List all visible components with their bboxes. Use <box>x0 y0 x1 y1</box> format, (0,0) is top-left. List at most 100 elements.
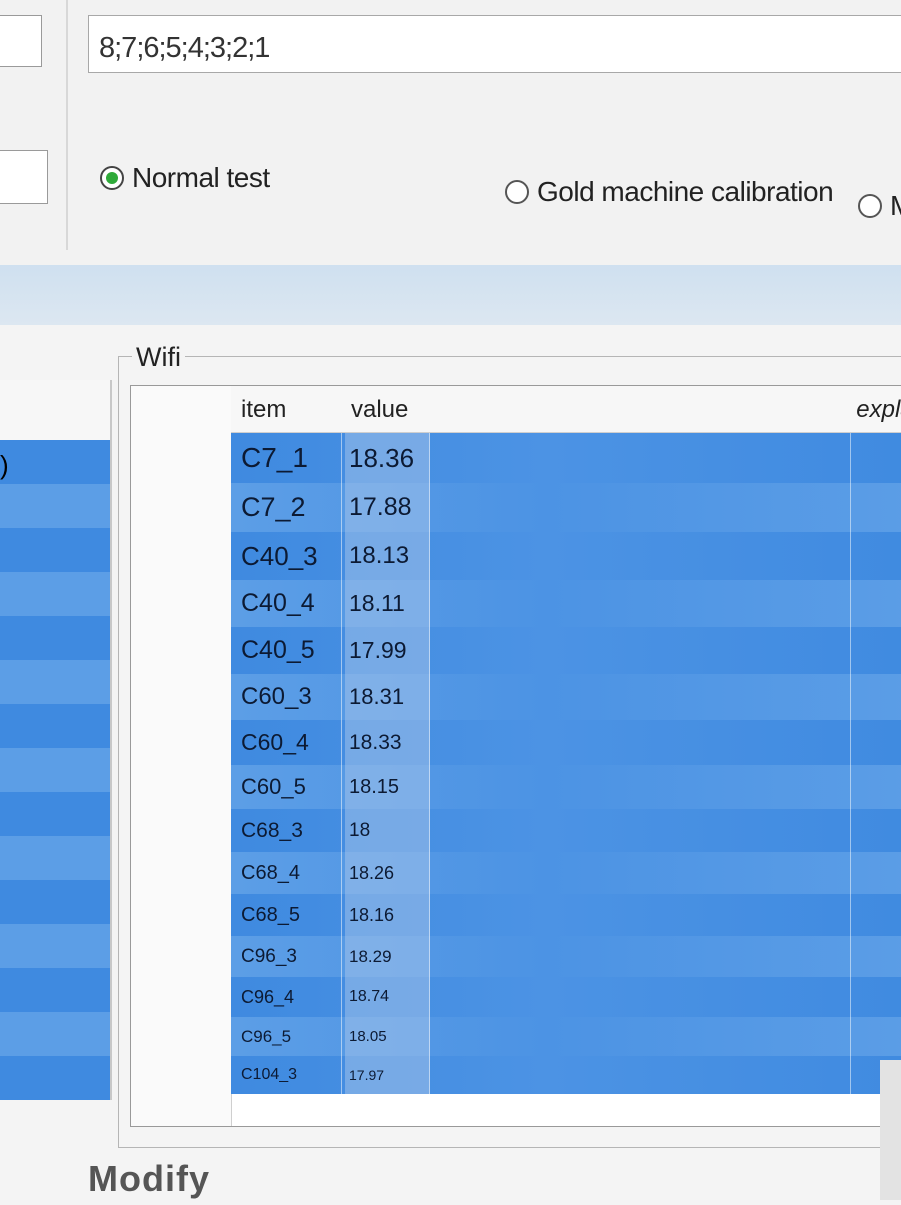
radio-m-option[interactable]: M <box>858 190 901 222</box>
column-header-explanation[interactable]: explan <box>856 396 901 424</box>
cell-value[interactable]: 18.26 <box>345 852 430 894</box>
cell-value[interactable]: 17.88 <box>345 483 430 532</box>
cell-explanation[interactable] <box>850 1017 901 1056</box>
cell-explanation[interactable] <box>850 720 901 765</box>
left-list-row[interactable] <box>0 484 110 528</box>
row-header-column <box>131 386 232 1126</box>
column-header-value[interactable]: value <box>351 396 408 424</box>
left-list-row[interactable] <box>0 1056 110 1100</box>
cell-value[interactable]: 18.29 <box>345 936 430 977</box>
table-row[interactable]: C96_3 18.29 <box>231 936 901 977</box>
cell-value[interactable]: 18.11 <box>345 580 430 627</box>
table-row[interactable]: C40_5 17.99 <box>231 627 901 674</box>
table-header: item value explan <box>231 386 901 433</box>
table-row[interactable]: C7_2 17.88 <box>231 483 901 532</box>
radio-unchecked-icon <box>505 180 529 204</box>
radio-label: Normal test <box>132 162 270 193</box>
radio-gold-machine-calibration[interactable]: Gold machine calibration <box>505 176 834 208</box>
table-row[interactable]: C60_3 18.31 <box>231 674 901 720</box>
cell-item[interactable]: C40_5 <box>237 627 342 674</box>
cell-explanation[interactable] <box>850 852 901 894</box>
cell-item[interactable]: C104_3 <box>237 1056 342 1094</box>
table-row[interactable]: C7_1 18.36 <box>231 433 901 483</box>
cell-value[interactable]: 18.36 <box>345 433 430 483</box>
cell-explanation[interactable] <box>850 977 901 1017</box>
table-row[interactable]: C60_4 18.33 <box>231 720 901 765</box>
cell-value[interactable]: 18.13 <box>345 532 430 580</box>
left-list-row[interactable] <box>0 792 110 836</box>
table-row[interactable]: C68_4 18.26 <box>231 852 901 894</box>
cell-value[interactable]: 18 <box>345 809 430 852</box>
cell-explanation[interactable] <box>850 433 901 483</box>
wifi-group-title: Wifi <box>132 342 185 373</box>
cell-value[interactable]: 17.99 <box>345 627 430 674</box>
table-row[interactable]: C40_4 18.11 <box>231 580 901 627</box>
table-row[interactable]: C96_5 18.05 <box>231 1017 901 1056</box>
cell-item[interactable]: C60_4 <box>237 720 342 765</box>
cell-value[interactable]: 17.97 <box>345 1056 430 1094</box>
cell-explanation[interactable] <box>850 483 901 532</box>
cell-item[interactable]: C7_1 <box>237 433 342 483</box>
cell-explanation[interactable] <box>850 627 901 674</box>
left-input-box-2[interactable] <box>0 150 48 204</box>
left-list-row[interactable] <box>0 616 110 660</box>
left-input-box[interactable] <box>0 15 42 67</box>
cell-value[interactable]: 18.31 <box>345 674 430 720</box>
left-list-row[interactable] <box>0 528 110 572</box>
settings-area: 8;7;6;5;4;3;2;1 Normal test Gold machine… <box>0 0 901 270</box>
cell-item[interactable]: C40_3 <box>237 532 342 580</box>
cell-explanation[interactable] <box>850 936 901 977</box>
column-header-item[interactable]: item <box>241 396 286 424</box>
cell-explanation[interactable] <box>850 674 901 720</box>
left-list-row[interactable] <box>0 748 110 792</box>
cell-explanation[interactable] <box>850 580 901 627</box>
left-list-row[interactable] <box>0 440 110 484</box>
table-row[interactable]: C68_3 18 <box>231 809 901 852</box>
cell-value[interactable]: 18.15 <box>345 765 430 809</box>
cell-explanation[interactable] <box>850 894 901 936</box>
table-row[interactable]: C68_5 18.16 <box>231 894 901 936</box>
radio-label: Gold machine calibration <box>537 176 834 207</box>
left-list-row[interactable] <box>0 924 110 968</box>
radio-checked-icon <box>100 166 124 190</box>
left-list-row[interactable] <box>0 1012 110 1056</box>
left-list-row[interactable] <box>0 704 110 748</box>
table-row[interactable]: C96_4 18.74 <box>231 977 901 1017</box>
left-list-row[interactable] <box>0 880 110 924</box>
cell-value[interactable]: 18.05 <box>345 1017 430 1056</box>
left-list-row[interactable] <box>0 572 110 616</box>
modify-button[interactable]: Modify <box>88 1158 210 1200</box>
divider <box>66 0 68 250</box>
table-row[interactable]: C104_3 17.97 <box>231 1056 901 1094</box>
cell-item[interactable]: C60_3 <box>237 674 342 720</box>
tab-strip <box>0 265 901 325</box>
left-list[interactable] <box>0 380 112 1100</box>
cell-explanation[interactable] <box>850 765 901 809</box>
cell-explanation[interactable] <box>850 809 901 852</box>
cell-explanation[interactable] <box>850 532 901 580</box>
cell-item[interactable]: C68_3 <box>237 809 342 852</box>
table-row[interactable]: C60_5 18.15 <box>231 765 901 809</box>
left-list-row[interactable] <box>0 836 110 880</box>
cell-item[interactable]: C96_4 <box>237 977 342 1017</box>
table-row[interactable]: C40_3 18.13 <box>231 532 901 580</box>
sequence-input[interactable]: 8;7;6;5;4;3;2;1 <box>88 15 901 73</box>
cell-item[interactable]: C96_3 <box>237 936 342 977</box>
wifi-table[interactable]: item value explan C7_118.36C7_217.88C40_… <box>130 385 901 1127</box>
cell-item[interactable]: C96_5 <box>237 1017 342 1056</box>
radio-normal-test[interactable]: Normal test <box>100 162 270 194</box>
cell-item[interactable]: C7_2 <box>237 483 342 532</box>
scrollbar[interactable] <box>880 1060 901 1200</box>
cell-item[interactable]: C68_5 <box>237 894 342 936</box>
left-list-partial-text: ) <box>0 450 9 480</box>
cell-value[interactable]: 18.16 <box>345 894 430 936</box>
cell-item[interactable]: C60_5 <box>237 765 342 809</box>
cell-item[interactable]: C40_4 <box>237 580 342 627</box>
left-list-row[interactable] <box>0 968 110 1012</box>
cell-value[interactable]: 18.33 <box>345 720 430 765</box>
radio-label: M <box>890 190 901 222</box>
cell-value[interactable]: 18.74 <box>345 977 430 1017</box>
radio-unchecked-icon <box>858 194 882 218</box>
left-list-row[interactable] <box>0 660 110 704</box>
cell-item[interactable]: C68_4 <box>237 852 342 894</box>
